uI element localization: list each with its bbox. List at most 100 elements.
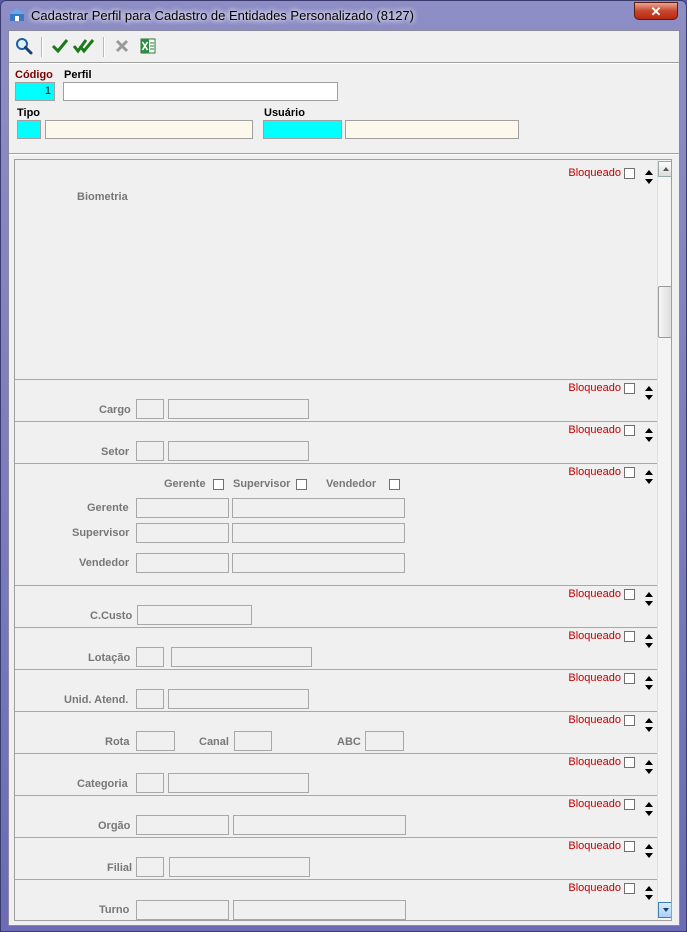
- move-up-icon[interactable]: [645, 760, 653, 765]
- bloqueado-checkbox[interactable]: [624, 841, 635, 852]
- turno-label: Turno: [99, 904, 130, 916]
- lotacao-code-input[interactable]: [136, 647, 164, 667]
- gerente-check-label: Gerente: [164, 478, 206, 490]
- window-title: Cadastrar Perfil para Cadastro de Entida…: [31, 8, 414, 23]
- tipo-code-input[interactable]: [17, 120, 41, 139]
- bloqueado-label: Bloqueado: [568, 382, 621, 394]
- categoria-description-field: [168, 773, 309, 793]
- perfil-input[interactable]: [63, 82, 338, 101]
- tipo-label: Tipo: [17, 107, 41, 119]
- chevron-down-icon: [662, 908, 669, 912]
- canal-input[interactable]: [234, 731, 272, 751]
- confirm-all-button[interactable]: [73, 36, 95, 56]
- move-down-icon[interactable]: [645, 179, 653, 184]
- move-up-icon[interactable]: [645, 718, 653, 723]
- setor-code-input[interactable]: [136, 441, 164, 461]
- move-up-icon[interactable]: [645, 386, 653, 391]
- biometria-label: Biometria: [77, 191, 128, 203]
- bloqueado-checkbox[interactable]: [624, 799, 635, 810]
- cargo-code-input[interactable]: [136, 399, 164, 419]
- rota-input[interactable]: [136, 731, 175, 751]
- codigo-label: Código: [15, 69, 53, 81]
- bloqueado-checkbox[interactable]: [624, 715, 635, 726]
- supervisor-check-label: Supervisor: [233, 478, 291, 490]
- move-down-icon[interactable]: [645, 727, 653, 732]
- canal-label: Canal: [199, 736, 229, 748]
- move-up-icon[interactable]: [645, 676, 653, 681]
- cargo-label: Cargo: [99, 404, 131, 416]
- bloqueado-checkbox[interactable]: [624, 467, 635, 478]
- usuario-code-input[interactable]: [263, 120, 342, 139]
- unid-atend-code-input[interactable]: [136, 689, 164, 709]
- vendedor-checkbox[interactable]: [389, 479, 400, 490]
- vendedor-code-input[interactable]: [136, 553, 229, 573]
- move-down-icon[interactable]: [645, 685, 653, 690]
- move-down-icon[interactable]: [645, 437, 653, 442]
- orgao-code-input[interactable]: [136, 815, 229, 835]
- gerente-checkbox[interactable]: [213, 479, 224, 490]
- bloqueado-checkbox[interactable]: [624, 425, 635, 436]
- title-bar[interactable]: Cadastrar Perfil para Cadastro de Entida…: [1, 1, 686, 29]
- ccusto-input[interactable]: [137, 605, 252, 625]
- bloqueado-checkbox[interactable]: [624, 757, 635, 768]
- move-down-icon[interactable]: [645, 601, 653, 606]
- scroll-down-button[interactable]: [658, 902, 671, 918]
- sections-panel[interactable]: Bloqueado Biometria Bloqueado Cargo Bloq…: [14, 159, 672, 921]
- perfil-label: Perfil: [64, 69, 92, 81]
- close-button[interactable]: ✕: [634, 2, 678, 20]
- move-up-icon[interactable]: [645, 886, 653, 891]
- filial-description-field: [169, 857, 310, 877]
- supervisor-checkbox[interactable]: [296, 479, 307, 490]
- bloqueado-checkbox[interactable]: [624, 383, 635, 394]
- unid-atend-description-field: [168, 689, 309, 709]
- scroll-thumb[interactable]: [658, 286, 671, 338]
- move-down-icon[interactable]: [645, 643, 653, 648]
- gerente-label: Gerente: [87, 502, 129, 514]
- move-down-icon[interactable]: [645, 769, 653, 774]
- unid-atend-label: Unid. Atend.: [64, 694, 129, 706]
- turno-code-input[interactable]: [136, 900, 229, 920]
- move-down-icon[interactable]: [645, 811, 653, 816]
- scroll-up-button[interactable]: [658, 161, 671, 177]
- turno-description-field: [233, 900, 406, 920]
- bloqueado-label: Bloqueado: [568, 167, 621, 179]
- bloqueado-checkbox[interactable]: [624, 168, 635, 179]
- bloqueado-label: Bloqueado: [568, 630, 621, 642]
- excel-button[interactable]: [137, 36, 159, 56]
- move-down-icon[interactable]: [645, 895, 653, 900]
- move-up-icon[interactable]: [645, 844, 653, 849]
- filial-code-input[interactable]: [136, 857, 164, 877]
- move-up-icon[interactable]: [645, 634, 653, 639]
- bloqueado-checkbox[interactable]: [624, 883, 635, 894]
- bloqueado-checkbox[interactable]: [624, 589, 635, 600]
- setor-label: Setor: [101, 446, 130, 458]
- supervisor-code-input[interactable]: [136, 523, 229, 543]
- move-up-icon[interactable]: [645, 592, 653, 597]
- search-button[interactable]: [13, 36, 35, 56]
- header-divider: [9, 153, 679, 155]
- section-biometria: Bloqueado Biometria: [15, 160, 657, 380]
- move-down-icon[interactable]: [645, 853, 653, 858]
- gerente-description-field: [232, 498, 405, 518]
- move-up-icon[interactable]: [645, 802, 653, 807]
- confirm-button[interactable]: [49, 36, 71, 56]
- ccusto-label: C.Custo: [90, 610, 133, 622]
- gerente-code-input[interactable]: [136, 498, 229, 518]
- abc-input[interactable]: [365, 731, 404, 751]
- move-down-icon[interactable]: [645, 479, 653, 484]
- move-up-icon[interactable]: [645, 470, 653, 475]
- vertical-scrollbar[interactable]: [657, 160, 671, 920]
- move-up-icon[interactable]: [645, 428, 653, 433]
- categoria-code-input[interactable]: [136, 773, 164, 793]
- move-up-icon[interactable]: [645, 170, 653, 175]
- section-lotacao: Bloqueado Lotação: [15, 628, 657, 670]
- bloqueado-checkbox[interactable]: [624, 673, 635, 684]
- tipo-description-field: [45, 120, 253, 139]
- section-orgao: Bloqueado Orgão: [15, 796, 657, 838]
- bloqueado-label: Bloqueado: [568, 588, 621, 600]
- bloqueado-checkbox[interactable]: [624, 631, 635, 642]
- cancel-button[interactable]: [111, 36, 133, 56]
- move-down-icon[interactable]: [645, 395, 653, 400]
- codigo-input[interactable]: 1: [15, 82, 55, 101]
- section-setor: Bloqueado Setor: [15, 422, 657, 464]
